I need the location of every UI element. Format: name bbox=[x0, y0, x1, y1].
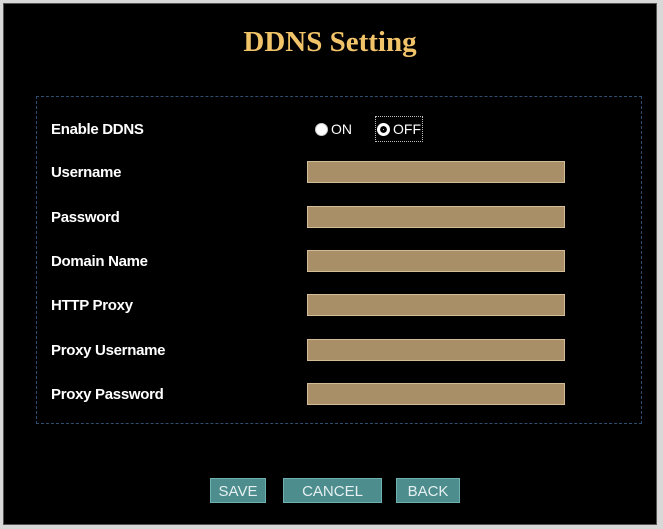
page-title: DDNS Setting bbox=[243, 26, 417, 58]
password-input[interactable] bbox=[307, 206, 565, 228]
proxy-username-row: Proxy Username bbox=[37, 339, 641, 363]
proxy-username-input[interactable] bbox=[307, 339, 565, 361]
http-proxy-row: HTTP Proxy bbox=[37, 294, 641, 318]
radio-on-label: ON bbox=[331, 121, 352, 137]
domain-name-input[interactable] bbox=[307, 250, 565, 272]
back-button[interactable]: BACK bbox=[396, 478, 460, 503]
enable-ddns-row: Enable DDNS ON OFF bbox=[37, 116, 641, 142]
radio-off-option[interactable]: OFF bbox=[375, 116, 423, 142]
http-proxy-label: HTTP Proxy bbox=[51, 297, 133, 314]
domain-name-row: Domain Name bbox=[37, 250, 641, 274]
http-proxy-input[interactable] bbox=[307, 294, 565, 316]
username-label: Username bbox=[51, 164, 122, 181]
proxy-password-label: Proxy Password bbox=[51, 386, 164, 403]
proxy-password-input[interactable] bbox=[307, 383, 565, 405]
radio-off-label: OFF bbox=[393, 121, 421, 137]
radio-on-button[interactable] bbox=[315, 122, 328, 136]
domain-name-label: Domain Name bbox=[51, 253, 148, 270]
save-button[interactable]: SAVE bbox=[210, 478, 266, 503]
password-label: Password bbox=[51, 209, 120, 226]
username-row: Username bbox=[37, 161, 641, 185]
ddns-setting-page: DDNS Setting Enable DDNS ON OFF Username… bbox=[3, 3, 657, 525]
radio-off-button[interactable] bbox=[377, 122, 390, 136]
proxy-password-row: Proxy Password bbox=[37, 383, 641, 407]
username-input[interactable] bbox=[307, 161, 565, 183]
password-row: Password bbox=[37, 206, 641, 230]
cancel-button[interactable]: CANCEL bbox=[283, 478, 382, 503]
settings-panel: Enable DDNS ON OFF Username Password Dom… bbox=[36, 96, 642, 424]
proxy-username-label: Proxy Username bbox=[51, 342, 166, 359]
radio-on-option[interactable]: ON bbox=[315, 118, 352, 140]
enable-ddns-label: Enable DDNS bbox=[51, 121, 144, 138]
